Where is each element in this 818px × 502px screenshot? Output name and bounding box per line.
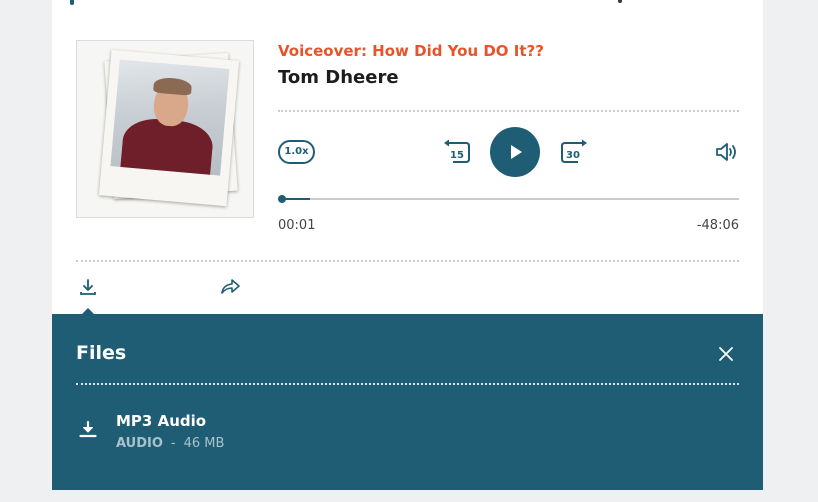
skip-back-button[interactable]: 15 <box>442 137 474 167</box>
skip-forward-button[interactable]: 30 <box>557 137 589 167</box>
nav-fragment <box>618 0 622 3</box>
file-type: AUDIO <box>116 436 163 451</box>
skip-back-icon: 15 <box>444 139 470 163</box>
top-strip <box>52 0 763 15</box>
volume-button[interactable] <box>715 141 741 163</box>
download-tab-button[interactable] <box>78 277 98 297</box>
volume-icon <box>716 143 736 161</box>
download-icon <box>79 420 97 438</box>
divider <box>76 260 739 262</box>
close-icon <box>719 347 733 361</box>
divider <box>76 383 739 385</box>
progress-handle[interactable] <box>278 195 286 203</box>
episode-author: Tom Dheere <box>278 67 399 88</box>
playback-speed-button[interactable]: 1.0x <box>278 140 315 164</box>
footer-fragment <box>648 497 748 502</box>
current-time: 00:01 <box>278 218 316 233</box>
file-name[interactable]: MP3 Audio <box>116 412 206 430</box>
episode-title[interactable]: Voiceover: How Did You DO It?? <box>278 42 544 60</box>
episode-artwork <box>76 40 254 218</box>
file-size: 46 MB <box>183 436 225 451</box>
files-heading: Files <box>76 342 127 364</box>
close-files-button[interactable] <box>718 346 734 362</box>
share-tab-button[interactable] <box>219 276 241 296</box>
files-panel: Files MP3 Audio AUDIO -46 MB <box>52 314 763 490</box>
play-icon <box>511 145 522 159</box>
remaining-time: -48:06 <box>696 218 739 233</box>
progress-fill <box>282 198 310 200</box>
polaroid-front <box>98 49 240 207</box>
file-meta: AUDIO -46 MB <box>116 436 224 451</box>
play-button[interactable] <box>490 127 540 177</box>
skip-forward-seconds: 30 <box>566 150 580 161</box>
share-icon <box>221 279 240 294</box>
file-download-button[interactable] <box>79 420 97 440</box>
skip-back-seconds: 15 <box>450 150 464 161</box>
divider <box>278 110 739 112</box>
audio-player: Voiceover: How Did You DO It?? Tom Dheer… <box>52 15 763 314</box>
progress-bar[interactable] <box>282 198 739 200</box>
download-icon <box>80 279 96 295</box>
skip-forward-icon: 30 <box>561 139 587 163</box>
nav-fragment <box>70 0 74 5</box>
file-meta-separator: - <box>170 436 176 451</box>
